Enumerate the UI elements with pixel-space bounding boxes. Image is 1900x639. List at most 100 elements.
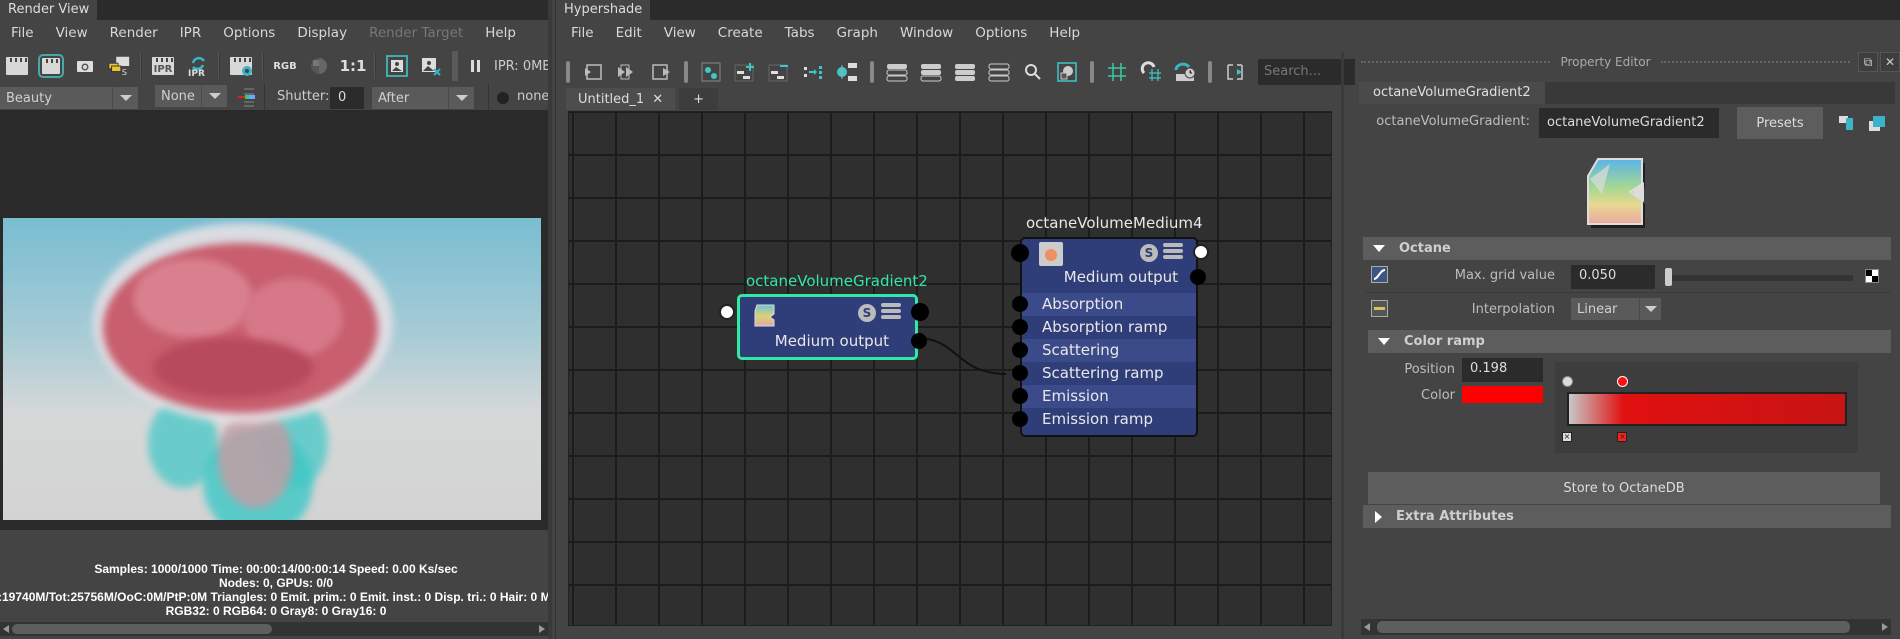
toolbar-grip[interactable] bbox=[870, 61, 874, 83]
menu-window[interactable]: Window bbox=[889, 25, 964, 41]
grid-toggle-icon[interactable] bbox=[1105, 61, 1129, 83]
input-port[interactable] bbox=[1012, 365, 1028, 381]
render-viewport[interactable] bbox=[0, 110, 552, 530]
node-tab[interactable]: octaneVolumeGradient2 bbox=[1359, 82, 1545, 104]
toolbar-grip[interactable] bbox=[684, 61, 688, 83]
render-sequence-icon[interactable]: S bbox=[107, 55, 131, 77]
menu-graph[interactable]: Graph bbox=[826, 25, 889, 41]
render-view-tab[interactable]: Render View bbox=[0, 0, 98, 20]
ipr-render-icon[interactable]: IPR bbox=[151, 55, 175, 77]
node-graph-canvas[interactable]: octaneVolumeGradient2 S Medium output oc… bbox=[568, 111, 1332, 626]
input-row[interactable]: Emission bbox=[1012, 385, 1196, 408]
ramp-stop-handle[interactable] bbox=[1617, 376, 1629, 387]
scroll-left-icon[interactable] bbox=[1364, 623, 1370, 631]
search-input[interactable]: Search... bbox=[1258, 59, 1366, 85]
menu-render[interactable]: Render bbox=[99, 25, 169, 41]
rgb-channel-icon[interactable]: RGB bbox=[273, 55, 297, 77]
s-badge-icon[interactable]: S bbox=[858, 304, 876, 322]
rearrange-graph-icon[interactable] bbox=[801, 61, 825, 83]
panel-splitter[interactable] bbox=[548, 0, 552, 639]
ramp-gradient-bar[interactable] bbox=[1567, 392, 1847, 426]
section-octane[interactable]: Octane bbox=[1363, 237, 1891, 260]
toolbar-grip[interactable] bbox=[566, 61, 570, 83]
connected-view-icon[interactable] bbox=[919, 61, 943, 83]
tab-untitled-1[interactable]: Untitled_1 ✕ bbox=[566, 88, 676, 110]
ramp-position-field[interactable]: 0.198 bbox=[1462, 358, 1543, 382]
hypershade-tab[interactable]: Hypershade bbox=[556, 0, 651, 20]
medium-output-port[interactable] bbox=[1190, 269, 1206, 285]
remove-selected-icon[interactable] bbox=[767, 61, 791, 83]
custom-view-icon[interactable] bbox=[987, 61, 1011, 83]
snap-to-grid-icon[interactable] bbox=[1139, 61, 1163, 83]
output-connections-icon[interactable] bbox=[649, 61, 673, 83]
exposure-icon[interactable] bbox=[307, 55, 331, 77]
input-port[interactable] bbox=[1012, 296, 1028, 312]
graph-materials-icon[interactable] bbox=[699, 61, 723, 83]
map-button-icon[interactable] bbox=[1371, 266, 1388, 283]
input-row[interactable]: Emission ramp bbox=[1012, 408, 1196, 431]
menu-ipr[interactable]: IPR bbox=[169, 25, 213, 41]
layer-dropdown[interactable]: Beauty bbox=[0, 87, 138, 109]
menu-view[interactable]: View bbox=[45, 25, 99, 41]
max-grid-field[interactable]: 0.050 bbox=[1571, 265, 1655, 289]
toolbar-grip[interactable] bbox=[1090, 61, 1094, 83]
output-port[interactable] bbox=[911, 303, 929, 321]
shutter-field[interactable]: 0 bbox=[330, 87, 364, 109]
input-port[interactable] bbox=[1012, 388, 1028, 404]
duplicate-tab-icon[interactable] bbox=[1868, 114, 1886, 132]
scroll-left-icon[interactable] bbox=[3, 625, 9, 633]
scroll-right-icon[interactable] bbox=[539, 625, 545, 633]
close-icon[interactable]: ✕ bbox=[652, 92, 663, 107]
map-button-icon[interactable] bbox=[1371, 300, 1388, 317]
medium-output-port[interactable] bbox=[911, 333, 927, 349]
add-selected-icon[interactable] bbox=[733, 61, 757, 83]
panel-splitter[interactable] bbox=[1341, 52, 1344, 639]
color-ramp-widget[interactable]: × × bbox=[1555, 362, 1858, 453]
output-port[interactable] bbox=[1193, 244, 1209, 260]
texture-map-icon[interactable] bbox=[1865, 269, 1879, 283]
menu-view[interactable]: View bbox=[653, 25, 707, 41]
simple-view-icon[interactable] bbox=[885, 61, 909, 83]
real-size-button[interactable]: 1:1 bbox=[340, 55, 367, 77]
menu-create[interactable]: Create bbox=[707, 25, 774, 41]
section-color-ramp[interactable]: Color ramp bbox=[1368, 330, 1891, 353]
scroll-thumb[interactable] bbox=[1377, 621, 1850, 633]
menu-edit[interactable]: Edit bbox=[605, 25, 653, 41]
restore-layout-icon[interactable] bbox=[1173, 61, 1197, 83]
input-row[interactable]: Scattering ramp bbox=[1012, 362, 1196, 385]
frame-all-icon[interactable] bbox=[1223, 61, 1247, 83]
input-port[interactable] bbox=[1012, 319, 1028, 335]
node-octane-volume-medium[interactable]: S Medium output Absorption Absorption ra… bbox=[1011, 237, 1209, 437]
property-editor-hscrollbar[interactable] bbox=[1361, 619, 1891, 635]
toolbar-overflow-handle[interactable] bbox=[452, 51, 458, 81]
snapshot-camera-icon[interactable] bbox=[73, 55, 97, 77]
input-port[interactable] bbox=[1011, 244, 1029, 262]
after-dropdown[interactable]: After bbox=[372, 87, 474, 109]
input-connections-icon[interactable] bbox=[581, 61, 605, 83]
render-frame-icon[interactable] bbox=[5, 55, 29, 77]
scroll-thumb[interactable] bbox=[12, 624, 272, 634]
menu-help[interactable]: Help bbox=[474, 25, 527, 41]
menu-help[interactable]: Help bbox=[1038, 25, 1091, 41]
input-row[interactable]: Absorption bbox=[1012, 293, 1196, 316]
node-name-field[interactable]: octaneVolumeGradient2 bbox=[1539, 108, 1719, 138]
menu-options[interactable]: Options bbox=[964, 25, 1038, 41]
ramp-stop-handle[interactable] bbox=[1562, 376, 1573, 387]
max-grid-slider[interactable] bbox=[1665, 268, 1853, 286]
menu-display[interactable]: Display bbox=[286, 25, 358, 41]
full-view-icon[interactable] bbox=[953, 61, 977, 83]
search-icon[interactable] bbox=[1021, 61, 1045, 83]
keep-image-icon[interactable] bbox=[385, 55, 409, 77]
pause-icon[interactable] bbox=[464, 55, 488, 77]
connection-wire[interactable] bbox=[915, 337, 1007, 375]
scroll-right-icon[interactable] bbox=[1882, 623, 1888, 631]
channel-list-icon[interactable] bbox=[234, 86, 260, 108]
ramp-color-swatch[interactable] bbox=[1462, 386, 1543, 403]
slider-thumb[interactable] bbox=[1665, 268, 1672, 286]
store-octanedb-button[interactable]: Store to OctaneDB bbox=[1368, 472, 1880, 504]
interpolation-dropdown[interactable]: Linear bbox=[1571, 298, 1661, 320]
add-tab-button[interactable]: + bbox=[679, 88, 719, 110]
copy-tab-icon[interactable] bbox=[1838, 114, 1856, 132]
section-extra-attributes[interactable]: Extra Attributes bbox=[1363, 505, 1891, 528]
render-view-hscrollbar[interactable] bbox=[0, 622, 548, 636]
